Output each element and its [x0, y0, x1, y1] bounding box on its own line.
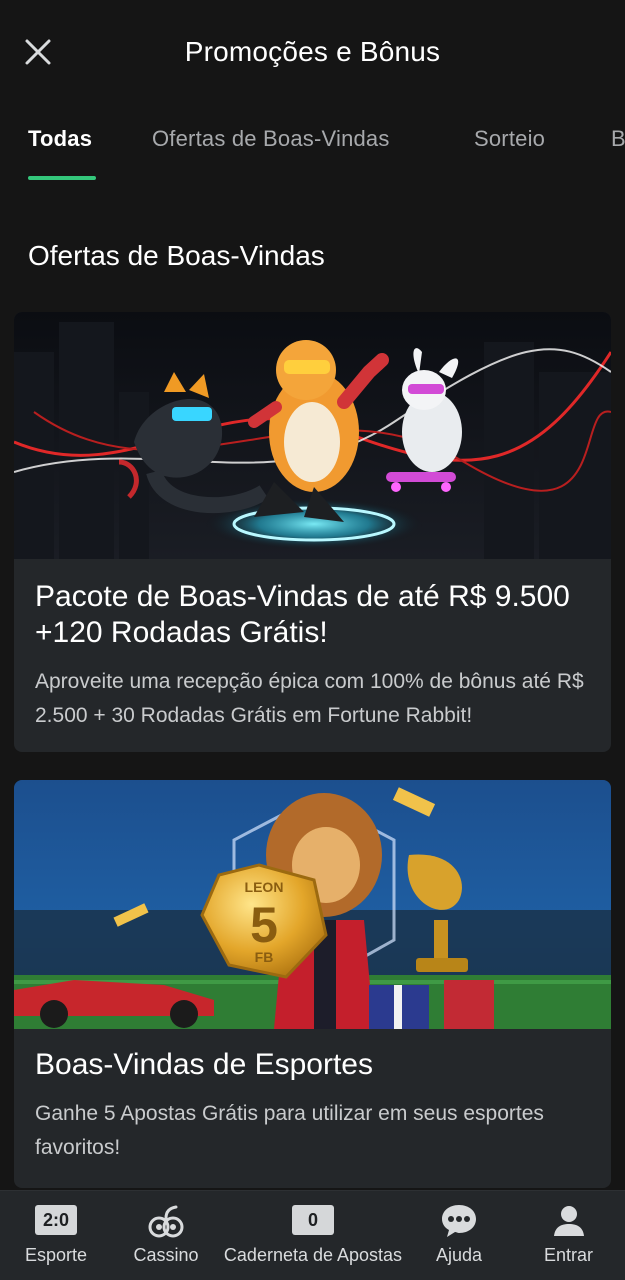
- nav-label: Esporte: [24, 1245, 88, 1265]
- score-badge: 2:0: [35, 1205, 77, 1235]
- promo-card-body: Boas-Vindas de Esportes Ganhe 5 Apostas …: [14, 1029, 611, 1165]
- page-title: Promoções e Bônus: [184, 36, 441, 67]
- nav-caderneta-apostas[interactable]: 0 Caderneta de Apostas: [220, 1191, 406, 1280]
- coin-unit-text: FB: [255, 949, 274, 965]
- tab-more[interactable]: B: [611, 126, 625, 152]
- promo-title: Boas-Vindas de Esportes: [35, 1048, 373, 1081]
- nav-label: Cassino: [133, 1245, 199, 1265]
- nav-esporte[interactable]: 2:0 Esporte: [0, 1191, 112, 1280]
- promo-description: Aproveite uma recepção épica com 100% de…: [35, 670, 584, 727]
- betslip-count-badge: 0: [292, 1205, 334, 1235]
- nav-label: Entrar: [543, 1245, 594, 1265]
- user-icon: [553, 1205, 585, 1242]
- bottom-navigation: 2:0 Esporte Cassino 0 Caderneta de Apost…: [0, 1190, 625, 1280]
- nav-label: Caderneta de Apostas: [223, 1245, 403, 1265]
- nav-label: Ajuda: [435, 1245, 483, 1265]
- promo-title: Pacote de Boas-Vindas de até R$ 9.500 +1…: [35, 580, 570, 649]
- tab-todas[interactable]: Todas: [28, 126, 92, 152]
- section-title: Ofertas de Boas-Vindas: [28, 240, 325, 271]
- app-root: Promoções e Bônus Todas Ofertas de Boas-…: [0, 0, 625, 1280]
- casino-icon: [148, 1205, 184, 1244]
- tab-sorteio[interactable]: Sorteio: [474, 126, 545, 152]
- score-icon: 2:0: [35, 1205, 77, 1235]
- promo-banner-image: LEON 5 FB: [14, 780, 611, 1029]
- promo-banner-image: [14, 312, 611, 559]
- close-icon: [25, 39, 51, 65]
- nav-cassino[interactable]: Cassino: [112, 1191, 220, 1280]
- close-button[interactable]: [18, 32, 58, 72]
- header: Promoções e Bônus: [0, 0, 625, 104]
- nav-entrar[interactable]: Entrar: [512, 1191, 625, 1280]
- promo-card-body: Pacote de Boas-Vindas de até R$ 9.500 +1…: [14, 559, 611, 733]
- active-tab-indicator: [28, 176, 96, 180]
- promo-description: Ganhe 5 Apostas Grátis para utilizar em …: [35, 1102, 544, 1159]
- coin-value-text: 5: [250, 897, 278, 953]
- promo-tabs: Todas Ofertas de Boas-Vindas Sorteio B: [0, 104, 625, 182]
- coin-brand-text: LEON: [245, 879, 284, 895]
- tab-ofertas-boas-vindas[interactable]: Ofertas de Boas-Vindas: [152, 126, 390, 152]
- chat-help-icon: [440, 1203, 478, 1244]
- promo-card-welcome-package[interactable]: Pacote de Boas-Vindas de até R$ 9.500 +1…: [14, 312, 611, 752]
- nav-ajuda[interactable]: Ajuda: [406, 1191, 512, 1280]
- betslip-icon: 0: [292, 1205, 334, 1235]
- promo-card-sports-welcome[interactable]: LEON 5 FB Boas-Vindas de Esportes Ganhe …: [14, 780, 611, 1188]
